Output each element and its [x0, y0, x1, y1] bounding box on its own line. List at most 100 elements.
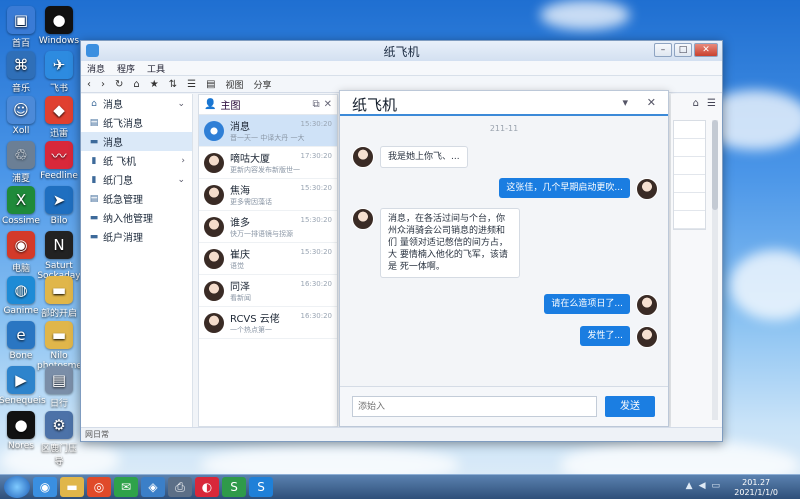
folder-icon: ▬	[45, 276, 73, 304]
toolbar-button[interactable]: 视图	[226, 78, 244, 91]
control-icon: ⚙	[45, 411, 73, 439]
desktop-icon[interactable]: ◆ 迅雷	[37, 96, 81, 139]
network-icon: ⌘	[7, 51, 35, 79]
qq-icon: ●	[7, 411, 35, 439]
message-bubble: 请在么造项日了...	[544, 294, 630, 314]
s-app-icon[interactable]: S	[222, 477, 246, 497]
desktop-icon[interactable]: ✈ 飞书	[37, 51, 81, 94]
nav-item[interactable]: ▮ 纸 飞机 ›	[81, 151, 192, 170]
nav-item[interactable]: ▬ 消息	[81, 132, 192, 151]
menu-icon[interactable]: ☰	[707, 98, 716, 109]
battery-icon[interactable]: ▭	[711, 481, 720, 491]
nav-item[interactable]: ⌂ 消息 ⌄	[81, 94, 192, 113]
clock[interactable]: 201.27 2021/1/1/0	[734, 478, 778, 498]
user-icon: 👤	[204, 99, 217, 110]
chat-panel: 纸飞机 ▾ ✕ 211-11 我是她上你飞、... 这张佳，几个早期启动更吹...…	[339, 90, 669, 427]
start-button[interactable]	[4, 476, 30, 498]
avatar	[204, 120, 224, 141]
desktop-icon[interactable]: NSaturt Sockaday	[37, 231, 81, 281]
desktop-icon[interactable]: ▬Nilo photosment	[37, 321, 91, 371]
contact-item[interactable]: 谁多 快万一排语镜与拐源 15:30:20	[199, 211, 337, 243]
maximize-button[interactable]: □	[674, 43, 692, 57]
minimize-button[interactable]: –	[654, 43, 672, 57]
message-input[interactable]	[352, 396, 597, 417]
scrollbar[interactable]	[712, 120, 718, 420]
contact-time: 15:30:20	[300, 248, 332, 256]
chrome-icon[interactable]: ◎	[87, 477, 111, 497]
nav-item[interactable]: ▮ 纸门息 ⌄	[81, 170, 192, 189]
message-bubble: 这张佳，几个早期启动更吹...	[499, 178, 630, 198]
message-row: 这张佳，几个早期启动更吹...	[499, 178, 658, 200]
nav-item[interactable]: ▤ 纸急管理	[81, 189, 192, 208]
message-bubble: 消息，在各活过间与个台，你 州众消骑会公司销息的进频和们 量领对适记憋信的间方占…	[380, 208, 520, 278]
contact-item[interactable]: 嘀咕大厦 更新内容发布新版世一 17:30:20	[199, 147, 337, 179]
toolbar-button[interactable]: ‹	[87, 79, 91, 90]
contact-item[interactable]: 同泽 看新闻 16:30:20	[199, 275, 337, 307]
skype-icon[interactable]: S	[249, 477, 273, 497]
browser-icon[interactable]: ◉	[33, 477, 57, 497]
desktop-icon[interactable]: 〰 Feedline	[37, 141, 81, 181]
contact-time: 15:30:20	[300, 120, 332, 128]
printer-icon[interactable]: ⎙	[168, 477, 192, 497]
game-icon: ◆	[45, 96, 73, 124]
nav-item[interactable]: ▤ 纸飞消息	[81, 113, 192, 132]
volume-icon[interactable]: ◀	[699, 481, 706, 491]
chat-close-icon[interactable]: ✕	[647, 96, 656, 109]
maps-icon[interactable]: ◈	[141, 477, 165, 497]
chevron-icon[interactable]: ›	[181, 156, 185, 166]
message-row: 发性了...	[580, 326, 658, 348]
toolbar-button[interactable]: ⇅	[169, 79, 177, 90]
close-icon[interactable]: ✕	[324, 99, 332, 110]
contact-item[interactable]: 焦海 更多需因藻话 15:30:20	[199, 179, 337, 211]
desktop-icon[interactable]: ▤ 日行	[37, 366, 81, 409]
desktop-icon[interactable]: ● Windows	[37, 6, 81, 46]
contact-item[interactable]: 消息 晋一天一 中译大丹 一大 15:30:20	[199, 115, 337, 147]
nav-item-label: 纸急管理	[103, 195, 143, 206]
title-bar[interactable]: 纸飞机 – □ ✕	[81, 41, 722, 61]
message-bubble: 我是她上你飞、...	[380, 146, 468, 168]
close-button[interactable]: ✕	[694, 43, 718, 57]
contact-item[interactable]: 崔庆 语觉 15:30:20	[199, 243, 337, 275]
toolbar-button[interactable]: ▤	[206, 79, 215, 90]
desktop-icon-label: Windows	[38, 36, 80, 46]
send-button[interactable]: 发送	[605, 396, 655, 417]
menu-item[interactable]: 工具	[147, 62, 165, 75]
contact-time: 16:30:20	[300, 280, 332, 288]
menu-item[interactable]: 程序	[117, 62, 135, 75]
desktop-icon[interactable]: ➤ Bilo	[37, 186, 81, 226]
avatar	[636, 326, 658, 348]
toolbar-button[interactable]: ★	[150, 79, 159, 90]
system-tray: ▲ ◀ ▭	[686, 481, 720, 491]
message-row: 请在么造项日了...	[544, 294, 658, 316]
avatar	[204, 280, 224, 301]
excel-icon: X	[7, 186, 35, 214]
weibo-icon[interactable]: ◐	[195, 477, 219, 497]
toolbar-button[interactable]: ☰	[187, 79, 196, 90]
home-icon[interactable]: ⌂	[693, 98, 699, 109]
contact-preview: 看新闻	[230, 294, 251, 302]
contact-time: 17:30:20	[300, 152, 332, 160]
chevron-icon[interactable]: ⌄	[177, 99, 185, 109]
nav-item[interactable]: ▬ 纸户消理	[81, 227, 192, 246]
toolbar-button[interactable]: ⌂	[133, 79, 139, 90]
toolbar-button[interactable]: 分享	[254, 78, 272, 91]
toolbar-button[interactable]: ›	[101, 79, 105, 90]
folder-icon[interactable]: ▬	[60, 477, 84, 497]
chevron-icon[interactable]: ⌄	[177, 175, 185, 185]
nav-item[interactable]: ▬ 纳入他管理	[81, 208, 192, 227]
contact-item[interactable]: RCVS 云佬 一个热点第一 16:30:20	[199, 307, 337, 339]
home-icon: ⌂	[91, 98, 97, 109]
toolbar-button[interactable]: ↻	[115, 79, 123, 90]
desktop-icon[interactable]: ⚙ 区鹿门压导	[37, 411, 81, 467]
wechat-icon[interactable]: ✉	[114, 477, 138, 497]
dropdown-icon[interactable]: ▾	[622, 96, 628, 109]
avatar	[204, 184, 224, 205]
n-app-icon: N	[45, 231, 73, 259]
nav-item-label: 消息	[103, 138, 123, 149]
contact-preview: 晋一天一 中译大丹 一大	[230, 134, 305, 142]
pin-icon[interactable]: ⧉	[312, 99, 319, 110]
computer-icon: ▣	[7, 6, 35, 34]
chat-header: 纸飞机 ▾ ✕	[340, 91, 668, 116]
menu-item[interactable]: 消息	[87, 62, 105, 75]
network-icon[interactable]: ▲	[686, 481, 693, 491]
